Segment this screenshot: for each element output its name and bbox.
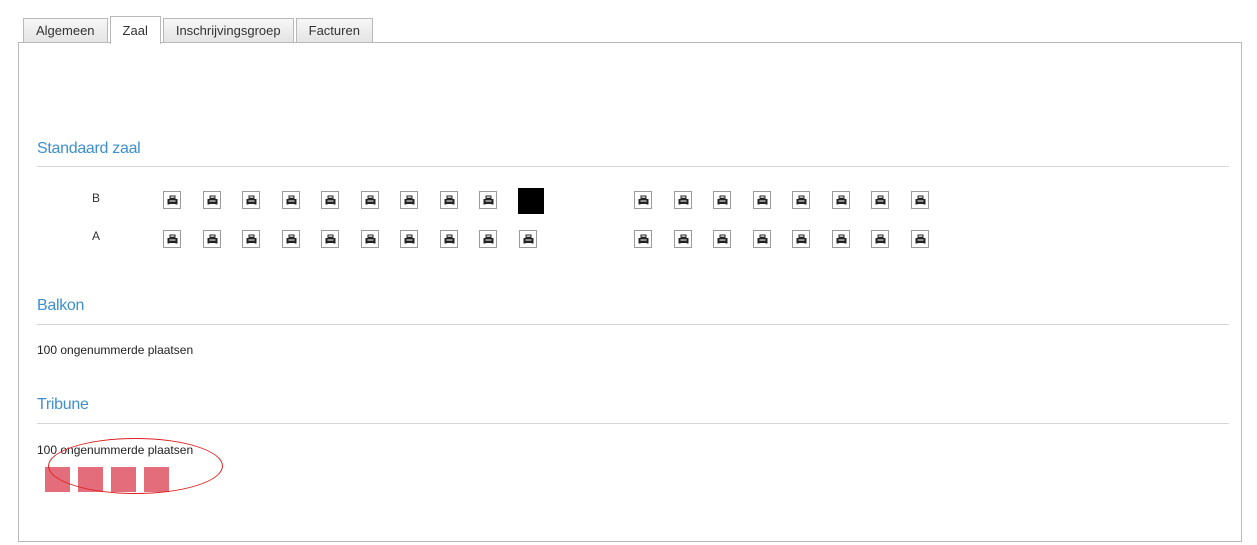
tab-facturen[interactable]: Facturen (295, 18, 373, 42)
armchair-icon (207, 234, 218, 244)
armchair-icon (796, 195, 807, 205)
armchair-icon (404, 195, 415, 205)
seat[interactable] (871, 191, 889, 209)
seat[interactable] (479, 230, 497, 248)
seat[interactable] (792, 230, 810, 248)
section-divider (37, 166, 1229, 167)
seat[interactable] (911, 230, 929, 248)
seat[interactable] (203, 230, 221, 248)
highlight-ellipse (48, 438, 223, 494)
armchair-icon (875, 195, 886, 205)
armchair-icon (757, 234, 768, 244)
row-label-b: B (92, 191, 101, 205)
armchair-icon (717, 195, 728, 205)
armchair-icon (757, 195, 768, 205)
armchair-icon (365, 195, 376, 205)
armchair-icon (207, 195, 218, 205)
section-title-tribune: Tribune (37, 396, 89, 413)
tab-bar: Algemeen Zaal Inschrijvingsgroep Facture… (23, 16, 375, 44)
armchair-icon (286, 195, 297, 205)
armchair-icon (167, 195, 178, 205)
armchair-icon (325, 234, 336, 244)
tab-inschrijvingsgroep[interactable]: Inschrijvingsgroep (162, 18, 294, 42)
seat[interactable] (282, 230, 300, 248)
seat[interactable] (361, 230, 379, 248)
armchair-icon (246, 234, 257, 244)
seat[interactable] (519, 230, 537, 248)
seat[interactable] (282, 191, 300, 209)
seat[interactable] (713, 230, 731, 248)
armchair-icon (483, 195, 494, 205)
armchair-icon (444, 234, 455, 244)
armchair-icon (638, 234, 649, 244)
seat[interactable] (400, 230, 418, 248)
seat[interactable] (400, 191, 418, 209)
armchair-icon (875, 234, 886, 244)
seat[interactable] (479, 191, 497, 209)
armchair-icon (638, 195, 649, 205)
armchair-icon (167, 234, 178, 244)
seat[interactable] (674, 230, 692, 248)
tab-zaal[interactable]: Zaal (109, 16, 161, 44)
armchair-icon (483, 234, 494, 244)
seat[interactable] (832, 230, 850, 248)
tab-algemeen[interactable]: Algemeen (23, 18, 108, 42)
seat[interactable] (242, 191, 260, 209)
seat[interactable] (163, 191, 181, 209)
armchair-icon (523, 234, 534, 244)
armchair-icon (717, 234, 728, 244)
section-divider (37, 423, 1229, 424)
seat[interactable] (753, 230, 771, 248)
armchair-icon (678, 234, 689, 244)
seat[interactable] (361, 191, 379, 209)
seat[interactable] (713, 191, 731, 209)
armchair-icon (444, 195, 455, 205)
section-divider (37, 324, 1229, 325)
seat[interactable] (203, 191, 221, 209)
row-label-a: A (92, 229, 101, 243)
armchair-icon (836, 234, 847, 244)
seat[interactable] (832, 191, 850, 209)
seat[interactable] (674, 191, 692, 209)
armchair-icon (365, 234, 376, 244)
seat[interactable] (440, 191, 458, 209)
seat[interactable] (440, 230, 458, 248)
section-title-standaard-zaal: Standaard zaal (37, 140, 141, 157)
armchair-icon (915, 234, 926, 244)
section-title-balkon: Balkon (37, 297, 85, 314)
seat[interactable] (753, 191, 771, 209)
armchair-icon (836, 195, 847, 205)
seat[interactable] (163, 230, 181, 248)
balkon-info: 100 ongenummerde plaatsen (37, 343, 194, 357)
seat[interactable] (321, 191, 339, 209)
seat[interactable] (321, 230, 339, 248)
armchair-icon (796, 234, 807, 244)
seat-taken[interactable] (518, 188, 544, 214)
seat[interactable] (242, 230, 260, 248)
seat[interactable] (634, 191, 652, 209)
armchair-icon (678, 195, 689, 205)
armchair-icon (286, 234, 297, 244)
seat[interactable] (911, 191, 929, 209)
seat[interactable] (634, 230, 652, 248)
armchair-icon (246, 195, 257, 205)
armchair-icon (404, 234, 415, 244)
armchair-icon (325, 195, 336, 205)
seat[interactable] (871, 230, 889, 248)
armchair-icon (915, 195, 926, 205)
seat[interactable] (792, 191, 810, 209)
